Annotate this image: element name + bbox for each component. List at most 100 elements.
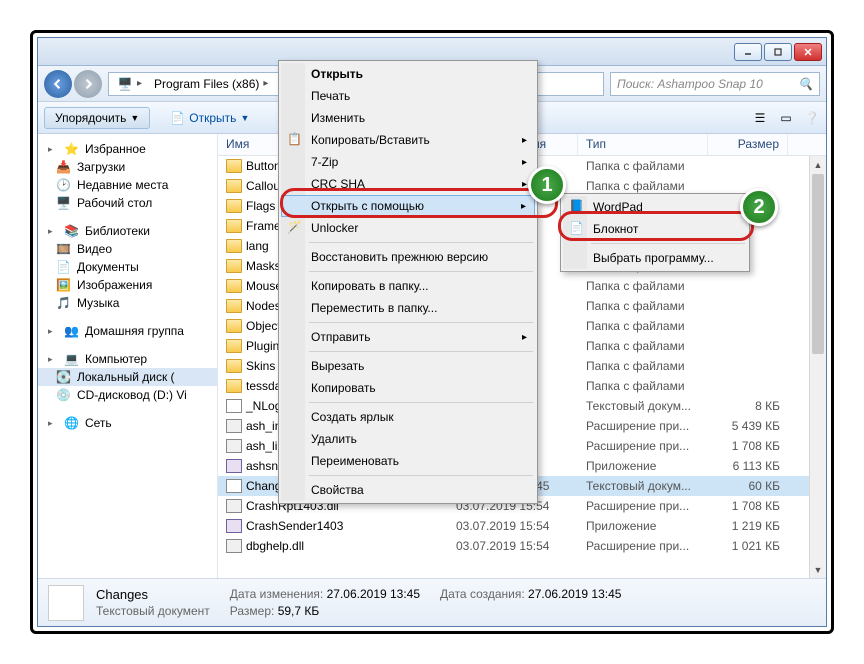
close-button[interactable] [794,43,822,61]
folder-icon [226,379,242,393]
file-name: dbghelp.dll [246,539,304,553]
file-size: 6 113 КБ [708,459,788,473]
search-input[interactable]: Поиск: Ashampoo Snap 10 🔍 [610,72,820,96]
library-icon: 📚 [64,224,79,238]
cm-crcsha[interactable]: CRC SHA▸ [281,173,535,195]
sidebar-homegroup[interactable]: ▸👥Домашняя группа [38,322,217,340]
sm-notepad[interactable]: 📄Блокнот [563,218,747,240]
cm-cut[interactable]: Вырезать [281,355,535,377]
cm-restore[interactable]: Восстановить прежнюю версию [281,246,535,268]
cd-icon: 💿 [56,388,71,402]
file-type: Папка с файлами [578,379,708,393]
computer-icon: 🖥️ [117,76,133,92]
file-name: _NLog [246,399,281,413]
sidebar-desktop[interactable]: 🖥️Рабочий стол [38,194,217,212]
statusbar: Changes Дата изменения: 27.06.2019 13:45… [38,578,826,626]
minimize-button[interactable] [734,43,762,61]
cm-copypaste[interactable]: 📋Копировать/Вставить▸ [281,129,535,151]
search-placeholder: Поиск: Ashampoo Snap 10 [617,77,763,91]
clipboard-icon: 📋 [287,132,303,148]
cm-properties[interactable]: Свойства [281,479,535,501]
scrollbar[interactable]: ▲ ▼ [809,156,826,578]
sidebar-pictures[interactable]: 🖼️Изображения [38,276,217,294]
cm-openwith[interactable]: Открыть с помощью▸ [281,195,535,217]
file-size: 1 708 КБ [708,439,788,453]
folder-icon [226,299,242,313]
file-type: Папка с файлами [578,159,708,173]
open-button[interactable]: 📄Открыть ▼ [160,108,259,128]
sidebar-favorites[interactable]: ▸⭐Избранное [38,140,217,158]
sidebar-network[interactable]: ▸🌐Сеть [38,414,217,432]
status-filetype: Текстовый документ [96,604,210,618]
cm-edit[interactable]: Изменить [281,107,535,129]
col-size[interactable]: Размер [708,134,788,155]
preview-button[interactable]: ▭ [778,110,794,126]
badge-1: 1 [528,166,566,204]
cm-copy[interactable]: Копировать [281,377,535,399]
homegroup-icon: 👥 [64,324,79,338]
cm-sendto[interactable]: Отправить▸ [281,326,535,348]
dll-icon [226,419,242,433]
cm-unlocker[interactable]: 🪄Unlocker [281,217,535,239]
document-icon: 📄 [56,260,71,274]
file-type: Расширение при... [578,439,708,453]
picture-icon: 🖼️ [56,278,71,292]
sidebar-localdisk[interactable]: 💽Локальный диск ( [38,368,217,386]
exe-icon [226,519,242,533]
file-type: Папка с файлами [578,339,708,353]
sidebar-cddrive[interactable]: 💿CD-дисковод (D:) Vi [38,386,217,404]
scroll-down-icon[interactable]: ▼ [810,561,826,578]
breadcrumb-segment[interactable]: Program Files (x86) ▸ [148,73,274,95]
sidebar: ▸⭐Избранное 📥Загрузки 🕑Недавние места 🖥️… [38,134,218,578]
folder-icon [226,219,242,233]
sm-choose[interactable]: Выбрать программу... [563,247,747,269]
sm-wordpad[interactable]: 📘WordPad [563,196,747,218]
sidebar-downloads[interactable]: 📥Загрузки [38,158,217,176]
file-type: Папка с файлами [578,279,708,293]
file-type: Текстовый докум... [578,479,708,493]
exe-icon [226,459,242,473]
view-button[interactable]: ☰ [752,110,768,126]
col-type[interactable]: Тип [578,134,708,155]
sidebar-recent[interactable]: 🕑Недавние места [38,176,217,194]
cm-moveto[interactable]: Переместить в папку... [281,297,535,319]
sidebar-computer[interactable]: ▸💻Компьютер [38,350,217,368]
downloads-icon: 📥 [56,160,71,174]
status-filename: Changes [96,587,210,602]
forward-button[interactable] [74,70,102,98]
openwith-submenu: 📘WordPad 📄Блокнот Выбрать программу... [560,193,750,272]
file-type: Расширение при... [578,539,708,553]
file-date: 03.07.2019 15:54 [448,539,578,553]
maximize-button[interactable] [764,43,792,61]
file-name: Flags [246,199,275,213]
file-type: Расширение при... [578,499,708,513]
network-icon: 🌐 [64,416,79,430]
file-type: Папка с файлами [578,299,708,313]
file-size: 1 021 КБ [708,539,788,553]
scroll-up-icon[interactable]: ▲ [810,156,826,173]
folder-icon [226,339,242,353]
sidebar-documents[interactable]: 📄Документы [38,258,217,276]
cm-copyto[interactable]: Копировать в папку... [281,275,535,297]
folder-icon [226,159,242,173]
scroll-thumb[interactable] [812,174,824,354]
file-size: 8 КБ [708,399,788,413]
sidebar-videos[interactable]: 🎞️Видео [38,240,217,258]
cm-7zip[interactable]: 7-Zip▸ [281,151,535,173]
back-button[interactable] [44,70,72,98]
sidebar-libraries[interactable]: ▸📚Библиотеки [38,222,217,240]
cm-shortcut[interactable]: Создать ярлык [281,406,535,428]
cm-print[interactable]: Печать [281,85,535,107]
sidebar-music[interactable]: 🎵Музыка [38,294,217,312]
dll-icon [226,539,242,553]
help-button[interactable]: ❔ [804,110,820,126]
organize-button[interactable]: Упорядочить ▼ [44,107,150,129]
cm-open[interactable]: Открыть [281,63,535,85]
cm-rename[interactable]: Переименовать [281,450,535,472]
cm-delete[interactable]: Удалить [281,428,535,450]
computer-icon: 💻 [64,352,79,366]
star-icon: ⭐ [64,142,79,156]
table-row[interactable]: dbghelp.dll 03.07.2019 15:54Расширение пр… [218,536,826,556]
music-icon: 🎵 [56,296,71,310]
table-row[interactable]: CrashSender140303.07.2019 15:54Приложени… [218,516,826,536]
